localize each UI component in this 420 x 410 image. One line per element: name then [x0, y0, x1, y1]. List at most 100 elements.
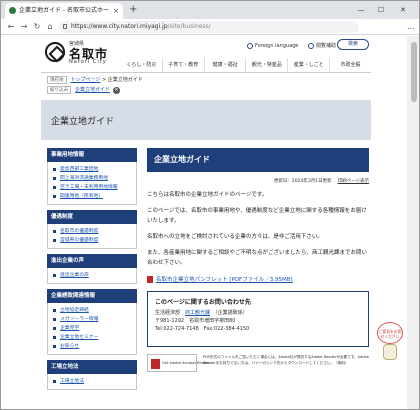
- reload-button[interactable]: ↻: [31, 21, 43, 33]
- contact-department: 生活経済部 商工観光課 （企業誘致係）: [155, 310, 248, 316]
- contact-address: 〒981-1292 名取市増田字柳田80: [155, 318, 236, 324]
- main-content: 企業立地ガイド 更新日：2024年3月1日更新 印刷ページ表示 こちらは名取市の企…: [147, 148, 369, 374]
- maximize-button[interactable]: ☐: [373, 1, 389, 19]
- adobe-note: PDF形式のファイルをご覧いただく場合には、Adobe社が提供するAdobe R…: [203, 355, 370, 365]
- scrollbar-thumb[interactable]: [411, 42, 417, 102]
- sidebar-section: 事業用地情報 愛島西部工業団地 閖上海浜流通業務用地 空き工場・未利用用地情報 …: [47, 148, 137, 205]
- sidebar-section-title[interactable]: 進出企業の声: [47, 254, 137, 268]
- main-heading: 企業立地ガイド: [147, 148, 369, 172]
- clear-filter-icon[interactable]: ×: [113, 87, 121, 94]
- nav-item-health[interactable]: 健康・福祉: [203, 58, 246, 72]
- gear-icon: [307, 42, 314, 49]
- sidebar-section: 企業誘致関連情報 立地協定締結 メガソーラー情報 企業見学 企業立地セミナー お…: [47, 289, 137, 355]
- header-links: Foreign language 閲覧補助: [247, 42, 344, 49]
- nav-item-industry[interactable]: 産業・しごと: [287, 58, 329, 72]
- pamphlet-pdf-link[interactable]: 名取市企業立地パンフレット [PDFファイル／3.95MB]: [147, 275, 369, 283]
- url-path: /site/business/: [167, 23, 211, 30]
- intro-paragraph: こちらは名取市の企業立地ガイドのページです。: [147, 192, 268, 198]
- acrobat-icon: [151, 359, 160, 369]
- intro-paragraph: また、各産業用地に関するご相談やご不明な点がございましたら、商工観光課までお問い…: [147, 250, 368, 266]
- sidebar-link[interactable]: お知らせ: [52, 342, 132, 351]
- sidebar: 事業用地情報 愛島西部工業団地 閖上海浜流通業務用地 空き工場・未利用用地情報 …: [47, 148, 137, 395]
- site-logo[interactable]: 宮城県 名取市 Natori City: [45, 40, 115, 66]
- page-meta: 更新日：2024年3月1日更新 印刷ページ表示: [147, 178, 369, 184]
- feedback-bubble: ご意見をお寄せください: [377, 322, 403, 344]
- reading-support-link[interactable]: 閲覧補助: [307, 42, 336, 49]
- updated-date: 更新日：2024年3月1日更新: [273, 179, 332, 184]
- sidebar-link[interactable]: 空き工場・未利用用地情報: [52, 183, 132, 192]
- sidebar-link[interactable]: 工場立地法: [52, 377, 132, 386]
- pamphlet-pdf-label: 名取市企業立地パンフレット [PDFファイル／3.95MB]: [156, 277, 293, 283]
- pdf-icon: [147, 276, 153, 283]
- site-favicon-icon: [9, 7, 16, 14]
- sidebar-section: 工場立地法 工場立地法: [47, 360, 137, 390]
- breadcrumb: 現在地 トップページ > 企業立地ガイド: [47, 76, 143, 84]
- print-page-link[interactable]: 印刷ページ表示: [338, 179, 369, 184]
- tab-title: 企業立地ガイド - 名取市公式ホー: [19, 7, 109, 14]
- sidebar-section-title[interactable]: 優遇制度: [47, 210, 137, 224]
- sidebar-link[interactable]: メガソーラー情報: [52, 315, 132, 324]
- back-button[interactable]: ←: [5, 21, 17, 33]
- breadcrumb-top-link[interactable]: トップページ: [71, 77, 101, 83]
- browser-menu-button[interactable]: …: [407, 21, 415, 33]
- tab-close-icon[interactable]: ×: [113, 3, 119, 19]
- web-page: 宮城県 名取市 Natori City Foreign language 閲覧補…: [1, 36, 407, 409]
- sidebar-section-title[interactable]: 工場立地法: [47, 360, 137, 374]
- sidebar-link[interactable]: 企業立地セミナー: [52, 333, 132, 342]
- home-button[interactable]: ⌂: [44, 21, 56, 33]
- contact-box: このページに関するお問い合わせ先 生活経済部 商工観光課 （企業誘致係） 〒98…: [147, 291, 369, 347]
- adobe-reader-banner[interactable]: Get Adobe Acrobat Reader: [147, 354, 210, 372]
- page-scrollbar[interactable]: [407, 36, 419, 409]
- navigation-bar: ← → ↻ ⌂ https://www.city.natori.miyagi.j…: [1, 19, 419, 35]
- breadcrumb-label: 現在地: [47, 76, 67, 84]
- department-link[interactable]: 商工観光課: [185, 310, 210, 316]
- foreign-language-link[interactable]: Foreign language: [247, 42, 298, 49]
- browser-window: 企業立地ガイド - 名取市公式ホー × + — ☐ ✕ ← → ↻ ⌂ http…: [0, 0, 420, 410]
- nav-item-childcare[interactable]: 子育て・教育: [161, 58, 204, 72]
- contact-phone: Tel:022-724-7148 Fax:022-384-4150: [155, 326, 250, 332]
- nav-divider: [41, 72, 371, 73]
- sidebar-link[interactable]: 愛島西部工業団地: [52, 165, 132, 174]
- intro-paragraph: 名取市への立地をご検討されている企業の方々は、是非ご活用下さい。: [147, 234, 323, 240]
- breadcrumb-separator: >: [100, 77, 108, 83]
- search-button-label: 検索: [347, 41, 358, 47]
- sidebar-link[interactable]: 進出企業の声: [52, 271, 132, 280]
- address-bar[interactable]: https://www.city.natori.miyagi.jp/site/b…: [59, 21, 359, 33]
- url-host: https://www.city.natori.miyagi.jp: [71, 23, 168, 30]
- sidebar-link[interactable]: 名取市の優遇制度: [52, 227, 132, 236]
- sidebar-link[interactable]: 企業見学: [52, 324, 132, 333]
- logo-roman-name: Natori City: [69, 59, 107, 65]
- minimize-button[interactable]: —: [353, 1, 369, 19]
- lock-icon: [63, 24, 67, 29]
- forward-button[interactable]: →: [18, 21, 30, 33]
- sidebar-section: 進出企業の声 進出企業の声: [47, 254, 137, 284]
- close-window-button[interactable]: ✕: [395, 1, 411, 19]
- nav-item-tourism[interactable]: 観光・特産品: [245, 58, 287, 72]
- globe-icon: [247, 42, 253, 49]
- page-title: 企業立地ガイド: [51, 117, 115, 127]
- sidebar-section: 優遇制度 名取市の優遇制度 宮城県の優遇制度: [47, 210, 137, 249]
- sidebar-link[interactable]: 閖上海浜流通業務用地: [52, 174, 132, 183]
- tab-strip: 企業立地ガイド - 名取市公式ホー × + — ☐ ✕: [1, 1, 419, 19]
- sidebar-section-title[interactable]: 事業用地情報: [47, 148, 137, 162]
- page-title-band: 企業立地ガイド: [41, 100, 371, 140]
- search-button[interactable]: 検索: [337, 39, 369, 50]
- sidebar-link[interactable]: 宮城県の優遇制度: [52, 236, 132, 245]
- sidebar-link[interactable]: 立地協定締結: [52, 306, 132, 315]
- feedback-widget[interactable]: ご意見をお寄せください: [377, 322, 405, 362]
- filter-label: 絞り込み: [47, 86, 71, 94]
- nav-item-cityhall[interactable]: 市政全般: [329, 58, 371, 72]
- filter-tag-link[interactable]: 企業立地ガイド: [75, 87, 110, 93]
- contact-title: このページに関するお問い合わせ先: [155, 299, 251, 306]
- filter-tags: 絞り込み 企業立地ガイド ×: [47, 86, 121, 94]
- city-emblem-icon: [45, 42, 65, 62]
- breadcrumb-current: 企業立地ガイド: [107, 77, 143, 83]
- browser-tab[interactable]: 企業立地ガイド - 名取市公式ホー ×: [5, 3, 123, 19]
- sidebar-section-title[interactable]: 企業誘致関連情報: [47, 289, 137, 303]
- new-tab-button[interactable]: +: [129, 2, 137, 18]
- sidebar-link[interactable]: 関連用地（民有地）: [52, 192, 132, 201]
- adobe-reader-notice: Get Adobe Acrobat Reader PDF形式のファイルをご覧いた…: [147, 354, 369, 374]
- mascot-icon: [383, 344, 397, 360]
- nav-item-life[interactable]: くらし・防災: [121, 58, 162, 72]
- global-nav: くらし・防災 子育て・教育 健康・福祉 観光・特産品 産業・しごと 市政全般: [121, 58, 371, 72]
